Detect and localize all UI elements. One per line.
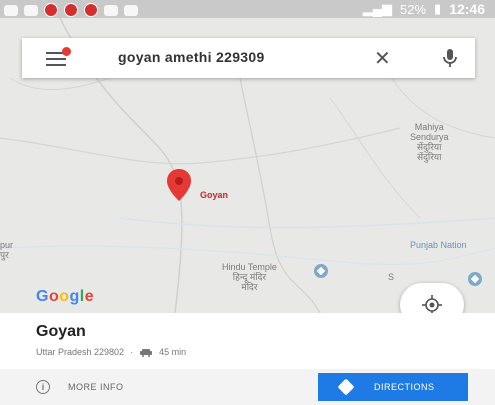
battery-level: 52% bbox=[400, 1, 427, 17]
app-icon bbox=[84, 3, 98, 17]
place-address: Uttar Pradesh 229802 bbox=[36, 347, 125, 357]
drive-time: 45 min bbox=[159, 347, 187, 357]
info-icon[interactable]: i bbox=[36, 380, 50, 394]
notification-dot-icon bbox=[62, 47, 71, 56]
directions-button[interactable]: DIRECTIONS bbox=[318, 373, 468, 401]
map-label-punjab: Punjab Nation bbox=[410, 240, 467, 250]
notification-icon bbox=[104, 4, 118, 16]
map-label-poi-s: S bbox=[388, 272, 395, 282]
map-view[interactable]: goyan amethi 229309 ✕ Mahiya Sendurya से… bbox=[0, 18, 495, 313]
map-label-hindu-temple: Hindu Temple हिन्दू मंदिर मंदिर bbox=[222, 262, 277, 292]
battery-icon: ▮ bbox=[434, 1, 442, 16]
search-input[interactable]: goyan amethi 229309 bbox=[118, 49, 265, 65]
map-label-mahiya: Mahiya Sendurya सेंदुरिया सेंदुरिया bbox=[410, 122, 449, 162]
google-logo: Google bbox=[36, 288, 95, 305]
search-bar[interactable]: goyan amethi 229309 ✕ bbox=[22, 38, 475, 78]
image-icon bbox=[4, 4, 18, 16]
directions-icon bbox=[337, 378, 355, 396]
system-status: ▂▄▆ 52% ▮ 12:46 bbox=[363, 1, 485, 17]
poi-icon[interactable] bbox=[468, 272, 482, 286]
signal-icon: ▂▄▆ bbox=[362, 1, 392, 16]
notification-icon bbox=[24, 4, 38, 16]
more-info-button[interactable]: MORE INFO bbox=[68, 382, 124, 392]
crosshair-icon bbox=[422, 295, 442, 313]
close-icon[interactable]: ✕ bbox=[374, 46, 391, 71]
temple-poi-icon[interactable] bbox=[314, 264, 328, 278]
action-bar: i MORE INFO DIRECTIONS bbox=[0, 369, 495, 405]
app-icon bbox=[44, 3, 58, 17]
clock: 12:46 bbox=[449, 1, 485, 17]
status-bar: ▂▄▆ 52% ▮ 12:46 bbox=[0, 0, 495, 18]
notification-icons bbox=[4, 3, 138, 17]
separator: · bbox=[130, 347, 134, 357]
map-label-pur: pur पुर bbox=[0, 240, 14, 260]
place-title: Goyan bbox=[36, 323, 86, 340]
place-pin-icon[interactable] bbox=[166, 168, 192, 204]
place-info-panel[interactable]: Goyan Uttar Pradesh 229802 · 45 min i MO… bbox=[0, 313, 495, 405]
my-location-button[interactable] bbox=[400, 283, 464, 313]
app-icon bbox=[64, 3, 78, 17]
directions-label: DIRECTIONS bbox=[374, 382, 435, 392]
place-subtitle: Uttar Pradesh 229802 · 45 min bbox=[36, 347, 186, 357]
notification-icon bbox=[124, 4, 138, 16]
map-label-goyan: Goyan bbox=[200, 190, 229, 200]
car-icon bbox=[140, 348, 153, 357]
mic-icon[interactable] bbox=[440, 46, 460, 70]
